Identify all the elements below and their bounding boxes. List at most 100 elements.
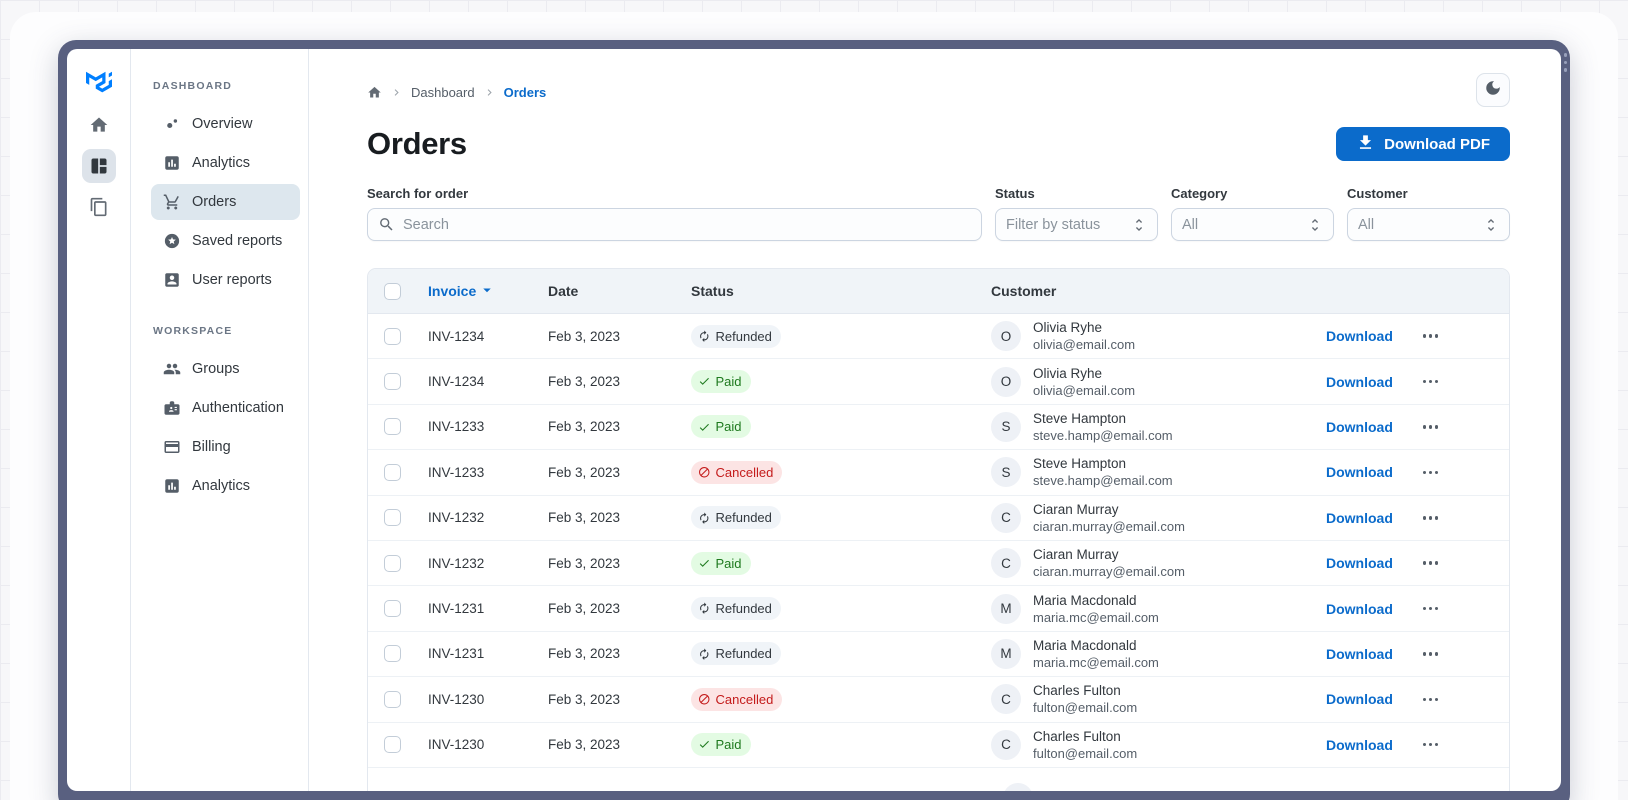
- icon-rail: [67, 49, 131, 791]
- unfold-more-icon: [1307, 217, 1323, 233]
- customer-email: ciaran.murray@email.com: [1033, 564, 1185, 580]
- row-menu-button[interactable]: [1421, 512, 1441, 524]
- invoice-cell: INV-1234: [428, 328, 485, 344]
- invoice-cell: INV-1231: [428, 601, 485, 617]
- status-badge: Cancelled: [691, 687, 783, 711]
- row-checkbox[interactable]: [384, 418, 401, 436]
- table-row: INV-1234 Feb 3, 2023 Paid O Olivia Ryhe olivi…: [368, 359, 1509, 405]
- user-card-icon: [163, 271, 181, 289]
- row-menu-button[interactable]: [1421, 557, 1441, 569]
- sidebar-item-overview[interactable]: Overview: [151, 106, 300, 142]
- sidebar-item-label: Billing: [192, 439, 231, 455]
- row-checkbox[interactable]: [384, 373, 401, 391]
- select-value: All: [1182, 216, 1199, 233]
- download-link[interactable]: Download: [1326, 464, 1393, 480]
- sidebar-item-saved-reports[interactable]: Saved reports: [151, 223, 300, 259]
- row-checkbox[interactable]: [384, 690, 401, 708]
- rail-button-layers[interactable]: [82, 190, 116, 224]
- sidebar-section-label: WORKSPACE: [153, 325, 233, 337]
- rail-button-dashboard-tiles[interactable]: [81, 149, 116, 183]
- main-content: Dashboard Orders Orders Download PDF Sea…: [309, 49, 1561, 791]
- customer-name: Maria Macdonald: [1033, 637, 1137, 653]
- download-link[interactable]: Download: [1326, 555, 1393, 571]
- row-checkbox[interactable]: [384, 554, 401, 572]
- column-header-customer: Customer: [991, 283, 1057, 299]
- download-link[interactable]: Download: [1326, 646, 1393, 662]
- status-badge: Paid: [691, 415, 751, 439]
- row-checkbox[interactable]: [384, 509, 401, 527]
- table-row: INV-1232 Feb 3, 2023 Refunded C Ciaran Murra…: [368, 496, 1509, 541]
- chevron-right-icon: [390, 86, 403, 99]
- download-link[interactable]: Download: [1326, 374, 1393, 390]
- row-checkbox[interactable]: [384, 327, 401, 345]
- row-menu-button[interactable]: [1421, 648, 1441, 660]
- download-pdf-button[interactable]: Download PDF: [1336, 127, 1510, 161]
- sidebar-item-user-reports[interactable]: User reports: [151, 262, 300, 298]
- row-menu-button[interactable]: [1421, 603, 1441, 615]
- sidebar-item-groups[interactable]: Groups: [151, 351, 300, 387]
- row-checkbox[interactable]: [384, 600, 401, 618]
- avatar: O: [991, 366, 1021, 397]
- sidebar-item-billing[interactable]: Billing: [151, 429, 300, 465]
- sidebar-item-analytics[interactable]: Analytics: [151, 145, 300, 181]
- customer-name: Olivia Ryhe: [1033, 365, 1103, 381]
- download-link[interactable]: Download: [1326, 419, 1393, 435]
- download-link[interactable]: Download: [1326, 737, 1393, 753]
- moon-icon: [1484, 79, 1502, 102]
- column-header-invoice[interactable]: Invoice: [416, 281, 536, 302]
- search-input[interactable]: [367, 208, 982, 241]
- download-link[interactable]: Download: [1326, 601, 1393, 617]
- unfold-more-icon: [1131, 217, 1147, 233]
- mui-logo-icon[interactable]: [80, 62, 118, 100]
- filter-select-category[interactable]: All: [1171, 208, 1334, 241]
- row-menu-button[interactable]: [1421, 694, 1441, 706]
- date-cell: Feb 3, 2023: [548, 419, 621, 435]
- row-checkbox[interactable]: [384, 463, 401, 481]
- sidebar-item-orders[interactable]: Orders: [151, 184, 300, 220]
- date-cell: Feb 3, 2023: [548, 374, 621, 390]
- filter-label-category: Category: [1171, 186, 1228, 201]
- status-badge: Refunded: [691, 642, 781, 666]
- download-icon: [1356, 133, 1375, 156]
- row-menu-button[interactable]: [1421, 467, 1441, 479]
- column-header-date: Date: [548, 283, 579, 299]
- customer-name: Ciaran Murray: [1033, 547, 1119, 563]
- block-icon: [698, 693, 711, 706]
- sidebar-item-authentication[interactable]: Authentication: [151, 390, 300, 426]
- avatar: M: [991, 638, 1021, 669]
- row-menu-button[interactable]: [1421, 376, 1441, 388]
- download-link[interactable]: Download: [1326, 328, 1393, 344]
- customer-name: Steve Hampton: [1033, 456, 1127, 472]
- home-icon[interactable]: [367, 85, 382, 100]
- breadcrumb: Dashboard Orders: [367, 85, 1510, 100]
- page-header: Orders Download PDF: [367, 126, 1510, 162]
- customer-email: ciaran.murray@email.com: [1033, 518, 1185, 534]
- window-frame-dots: [1563, 53, 1567, 72]
- invoice-cell: INV-1233: [428, 464, 485, 480]
- row-menu-button[interactable]: [1421, 330, 1441, 342]
- filter-select-status[interactable]: Filter by status: [995, 208, 1158, 241]
- row-checkbox[interactable]: [384, 736, 401, 754]
- rail-button-home[interactable]: [82, 108, 116, 142]
- select-value: All: [1358, 216, 1375, 233]
- select-all-checkbox[interactable]: [384, 282, 401, 300]
- avatar: [1003, 782, 1033, 791]
- badge-icon: [163, 399, 181, 417]
- row-menu-button[interactable]: [1421, 421, 1441, 433]
- download-link[interactable]: Download: [1326, 691, 1393, 707]
- date-cell: Feb 3, 2023: [548, 510, 621, 526]
- autorenew-icon: [698, 512, 711, 525]
- table-row: INV-1233 Feb 3, 2023 Cancelled S Steve Hampt…: [368, 450, 1509, 496]
- table-row: INV-1231 Feb 3, 2023 Refunded M Maria Macdon…: [368, 632, 1509, 678]
- autorenew-icon: [698, 602, 711, 615]
- theme-toggle-button[interactable]: [1476, 73, 1510, 107]
- download-link[interactable]: Download: [1326, 510, 1393, 526]
- breadcrumb-dashboard[interactable]: Dashboard: [411, 85, 475, 100]
- filter-select-customer[interactable]: All: [1347, 208, 1510, 241]
- row-checkbox[interactable]: [384, 645, 401, 663]
- sidebar-item-analytics[interactable]: Analytics: [151, 468, 300, 504]
- check-icon: [698, 375, 711, 388]
- row-menu-button[interactable]: [1421, 739, 1441, 751]
- sidebar-item-label: Analytics: [192, 478, 251, 494]
- search-field[interactable]: [403, 216, 971, 233]
